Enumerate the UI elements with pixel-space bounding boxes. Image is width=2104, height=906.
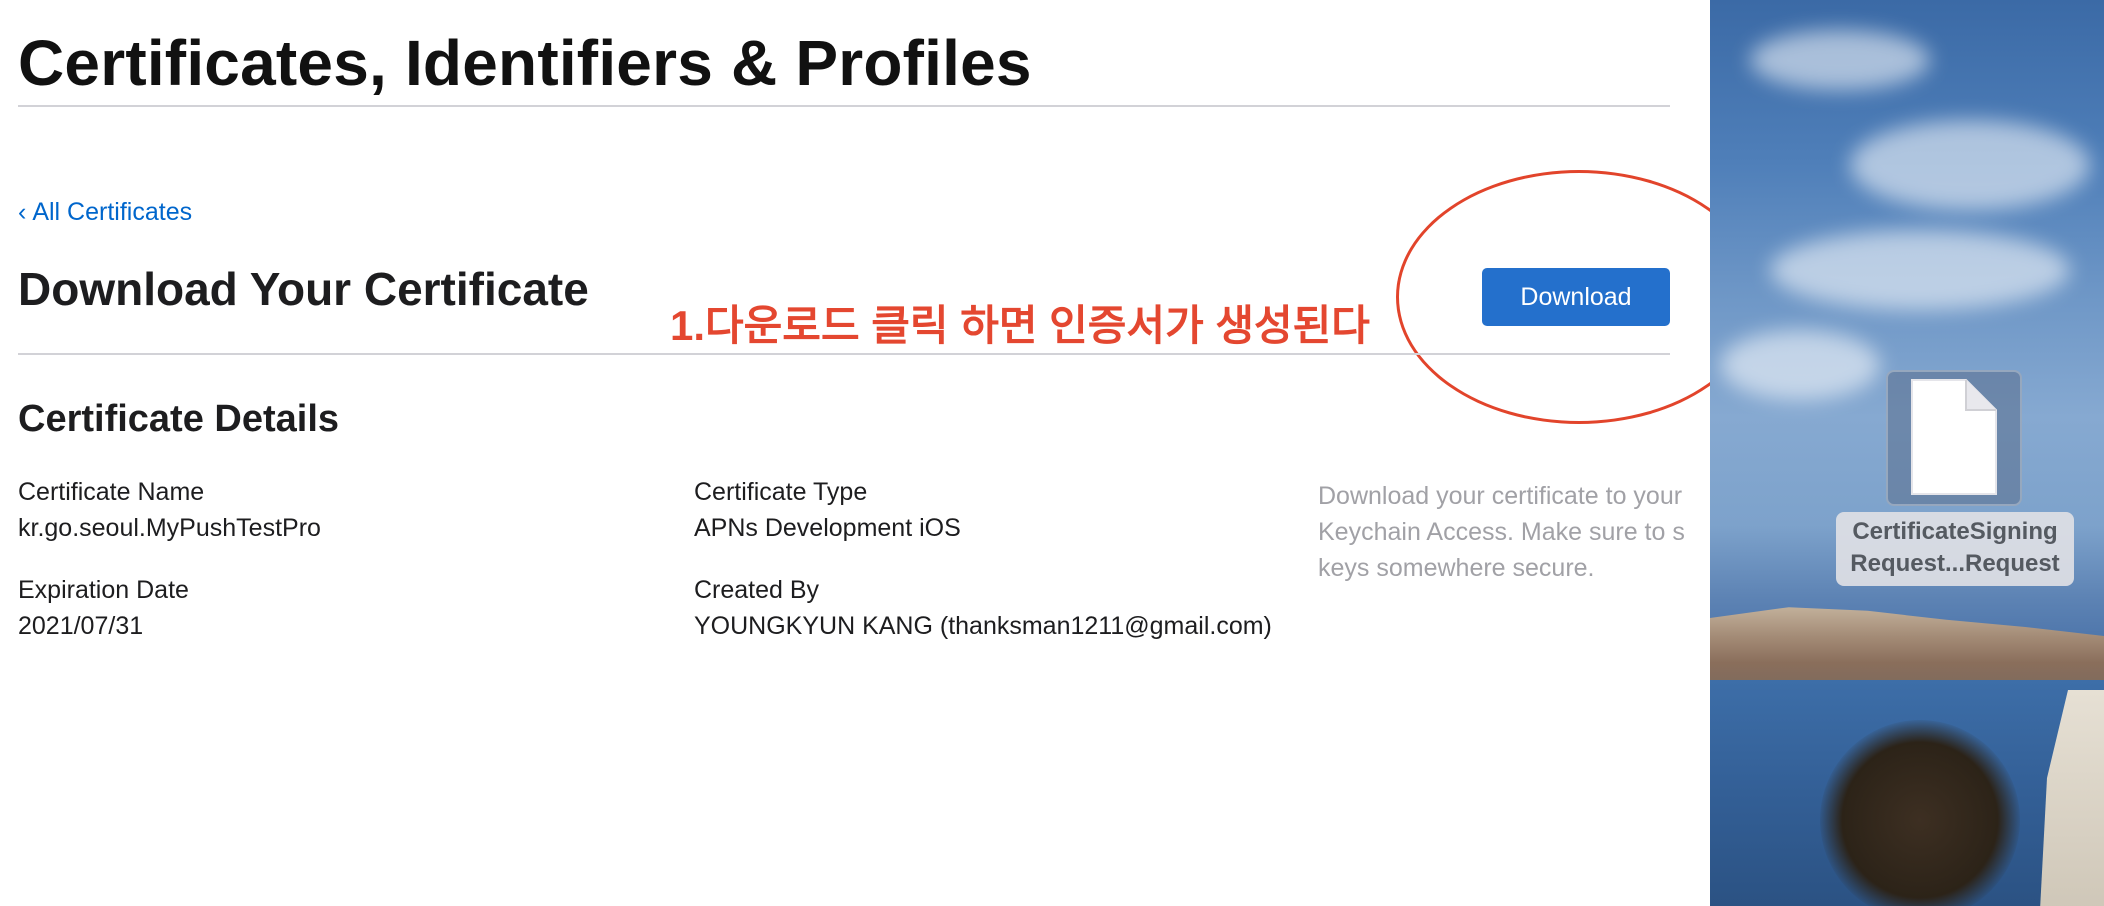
certificate-name-label: Certificate Name (18, 478, 205, 506)
expiration-date-value: 2021/07/31 (18, 612, 144, 640)
section-divider (18, 353, 1670, 355)
instructions-line: keys somewhere secure. (1318, 554, 1595, 582)
chevron-left-icon: ‹ (18, 198, 27, 226)
instructions-line: Keychain Access. Make sure to s (1318, 518, 1685, 546)
created-by-label: Created By (694, 576, 820, 604)
cloud (1720, 330, 1880, 400)
desktop-wallpaper: CertificateSigning Request...Request (1710, 0, 2104, 906)
certificate-details-title: Certificate Details (18, 398, 340, 440)
page-title: Certificates, Identifiers & Profiles (18, 27, 1032, 99)
download-section-title: Download Your Certificate (18, 263, 589, 315)
cloud (1750, 30, 1930, 90)
plant (1820, 720, 2020, 906)
cloud (1850, 120, 2090, 210)
file-caption-line: Request...Request (1850, 550, 2060, 577)
download-instructions: Download your certificate to your Keycha… (1318, 478, 1710, 586)
all-certificates-label: All Certificates (32, 198, 193, 226)
download-button[interactable]: Download (1482, 268, 1670, 326)
browser-page: Certificates, Identifiers & Profiles ‹ Al… (0, 0, 1710, 906)
cliff (1710, 607, 2104, 690)
document-icon (1911, 379, 1997, 495)
certificate-name-value: kr.go.seoul.MyPushTestPro (18, 514, 321, 542)
expiration-date-label: Expiration Date (18, 576, 189, 604)
annotation-text: 1.다운로드 클릭 하면 인증서가 생성된다 (670, 302, 1370, 349)
desktop-file-caption[interactable]: CertificateSigning Request...Request (1836, 512, 2074, 586)
certificate-type-value: APNs Development iOS (694, 514, 961, 542)
cloud (1770, 230, 2070, 310)
all-certificates-link[interactable]: ‹ All Certificates (18, 198, 192, 227)
file-caption-line: CertificateSigning (1852, 518, 2058, 545)
title-divider (18, 105, 1670, 107)
instructions-line: Download your certificate to your (1318, 482, 1683, 510)
created-by-value: YOUNGKYUN KANG (thanksman1211@gmail.com) (694, 612, 1272, 640)
desktop-file[interactable] (1886, 370, 2022, 506)
certificate-type-label: Certificate Type (694, 478, 868, 506)
